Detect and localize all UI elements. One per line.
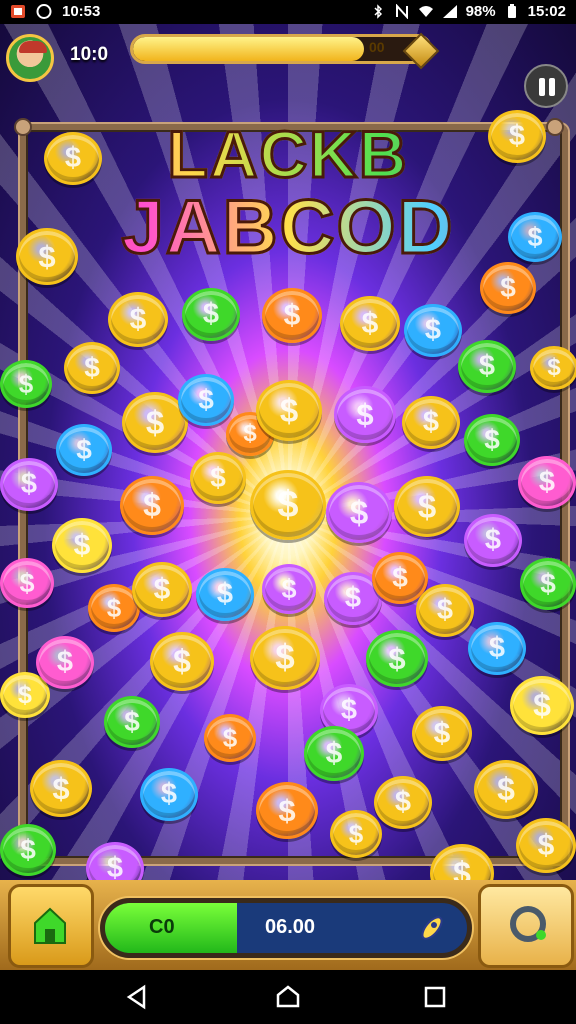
title-line-2: JABCOD bbox=[0, 184, 576, 272]
coin-gold[interactable]: $ bbox=[150, 632, 214, 691]
coin-gold[interactable]: $ bbox=[374, 776, 432, 829]
coin-blue[interactable]: $ bbox=[140, 768, 198, 821]
coin-orange[interactable]: $ bbox=[256, 782, 318, 839]
coin-gold[interactable]: $ bbox=[132, 562, 192, 617]
coin-purple[interactable]: $ bbox=[464, 514, 522, 567]
coin-green[interactable]: $ bbox=[0, 360, 52, 408]
signal-icon bbox=[442, 5, 457, 18]
home-circle-icon[interactable] bbox=[275, 984, 301, 1010]
balance-bar: C0 06.00 bbox=[100, 898, 472, 958]
coin-gold[interactable]: $ bbox=[402, 396, 460, 449]
coin-gold[interactable]: $ bbox=[250, 470, 326, 540]
coin-gold[interactable]: $ bbox=[16, 228, 78, 285]
status-clock: 15:02 bbox=[527, 3, 566, 20]
coin-blue[interactable]: $ bbox=[178, 374, 234, 426]
coin-orange[interactable]: $ bbox=[480, 262, 536, 314]
bluetooth-icon bbox=[374, 4, 382, 19]
back-triangle-icon[interactable] bbox=[124, 984, 150, 1010]
balance-right-value: 06.00 bbox=[265, 916, 316, 938]
refresh-button[interactable] bbox=[478, 884, 574, 968]
coin-orange[interactable]: $ bbox=[262, 288, 322, 343]
coin-green[interactable]: $ bbox=[464, 414, 520, 466]
coin-pink[interactable]: $ bbox=[518, 456, 576, 509]
refresh-icon bbox=[510, 906, 546, 942]
nfc-icon bbox=[395, 4, 408, 19]
coin-purple[interactable]: $ bbox=[334, 386, 396, 443]
coin-purple[interactable]: $ bbox=[326, 482, 392, 543]
coin-gold[interactable]: $ bbox=[108, 292, 168, 347]
coin-gold[interactable]: $ bbox=[30, 760, 92, 817]
coin-green[interactable]: $ bbox=[520, 558, 576, 610]
coin-green[interactable]: $ bbox=[0, 824, 56, 876]
coin-purple[interactable]: $ bbox=[262, 564, 316, 614]
status-bar: 10:53 98% 15:02 bbox=[0, 0, 576, 24]
coin-blue[interactable]: $ bbox=[508, 212, 562, 262]
coin-orange[interactable]: $ bbox=[204, 714, 256, 762]
coin-yellow[interactable]: $ bbox=[52, 518, 112, 573]
coin-green[interactable]: $ bbox=[104, 696, 160, 748]
coin-gold[interactable]: $ bbox=[44, 132, 102, 185]
coin-gold[interactable]: $ bbox=[190, 452, 246, 504]
coin-gold[interactable]: $ bbox=[340, 296, 400, 351]
coin-green[interactable]: $ bbox=[458, 340, 516, 393]
home-icon bbox=[34, 907, 66, 944]
score-value: 10:0 bbox=[70, 44, 109, 65]
battery-icon bbox=[507, 4, 516, 18]
android-nav-bar bbox=[0, 970, 576, 1024]
wifi-icon bbox=[418, 6, 433, 17]
status-left-time: 10:53 bbox=[62, 3, 101, 20]
rocket-icon[interactable] bbox=[417, 913, 447, 943]
pause-button[interactable] bbox=[524, 64, 568, 108]
coin-gold[interactable]: $ bbox=[488, 110, 546, 163]
coin-yellow[interactable]: $ bbox=[510, 676, 574, 735]
coin-blue[interactable]: $ bbox=[468, 622, 526, 675]
game-board[interactable]: LACKB JABCOD $ $ $ $ $ $ $ $ $ $ $ $ $ $ $ $ $ $ $ $ $ $ $ $ $ $ $… bbox=[0, 24, 576, 970]
coin-blue[interactable]: $ bbox=[404, 304, 462, 357]
home-button[interactable] bbox=[8, 884, 94, 968]
coin-gold[interactable]: $ bbox=[394, 476, 460, 537]
balance-left-value: C0 bbox=[149, 916, 175, 938]
avatar-hat bbox=[19, 41, 47, 53]
coin-green[interactable]: $ bbox=[366, 630, 428, 687]
coin-gold[interactable]: $ bbox=[330, 810, 382, 858]
coin-orange[interactable]: $ bbox=[120, 476, 184, 535]
coin-gold[interactable]: $ bbox=[250, 626, 320, 690]
level-progress-bar: 00 bbox=[130, 34, 432, 64]
coin-gold[interactable]: $ bbox=[64, 342, 120, 394]
coin-gold[interactable]: $ bbox=[516, 818, 576, 873]
coin-purple[interactable]: $ bbox=[0, 458, 58, 511]
coin-green[interactable]: $ bbox=[182, 288, 240, 341]
progress-label: 00 bbox=[369, 39, 385, 55]
app-notification-icon bbox=[11, 5, 25, 18]
coin-pink[interactable]: $ bbox=[36, 636, 94, 689]
progress-fill bbox=[133, 37, 364, 61]
player-avatar[interactable] bbox=[6, 34, 54, 82]
battery-percent: 98% bbox=[465, 3, 496, 20]
recents-square-icon[interactable] bbox=[422, 984, 448, 1010]
coin-blue[interactable]: $ bbox=[196, 568, 254, 621]
coin-gold[interactable]: $ bbox=[416, 584, 474, 637]
coin-gold[interactable]: $ bbox=[256, 380, 322, 441]
coin-gold[interactable]: $ bbox=[474, 760, 538, 819]
coin-pink[interactable]: $ bbox=[0, 558, 54, 608]
coin-gold[interactable]: $ bbox=[412, 706, 472, 761]
coin-gold[interactable]: $ bbox=[530, 346, 576, 390]
whatsapp-icon bbox=[36, 4, 52, 19]
coin-blue[interactable]: $ bbox=[56, 424, 112, 476]
coin-green[interactable]: $ bbox=[304, 726, 364, 781]
